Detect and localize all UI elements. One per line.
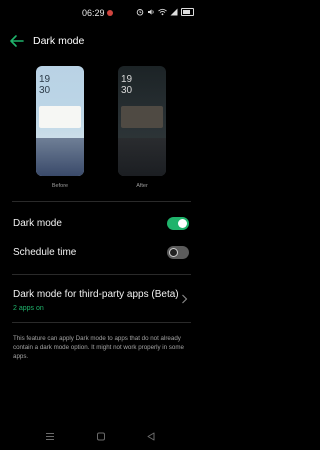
header: Dark mode xyxy=(0,28,203,54)
preview-after-label: After xyxy=(136,183,148,189)
feature-note: This feature can apply Dark mode to apps… xyxy=(13,335,184,360)
schedule-time-toggle[interactable] xyxy=(167,246,189,259)
back-arrow-icon[interactable] xyxy=(8,33,26,49)
dark-mode-toggle[interactable] xyxy=(167,217,189,230)
preview-wallpaper xyxy=(36,138,84,176)
preview-after: 19 30 xyxy=(118,66,166,176)
volume-icon xyxy=(148,9,154,15)
chevron-right-icon xyxy=(182,294,188,304)
menu-icon[interactable] xyxy=(45,432,55,441)
preview-card xyxy=(39,106,81,128)
preview-before: 19 30 xyxy=(36,66,84,176)
preview-clock: 19 30 xyxy=(121,74,132,96)
preview-card xyxy=(121,106,163,128)
divider xyxy=(12,201,191,202)
divider xyxy=(12,322,191,323)
preview-wallpaper xyxy=(118,138,166,176)
third-party-title: Dark mode for third-party apps (Beta) xyxy=(13,289,179,300)
alarm-icon xyxy=(136,9,144,16)
preview-clock-minute: 30 xyxy=(39,85,51,96)
status-bar: 06:29 xyxy=(0,0,203,28)
battery-icon xyxy=(181,8,194,16)
status-icons xyxy=(136,8,194,16)
wifi-icon xyxy=(158,8,167,16)
divider xyxy=(12,274,191,275)
preview-clock-hour: 19 xyxy=(39,74,51,85)
preview-clock: 19 30 xyxy=(39,74,50,96)
third-party-subtitle: 2 apps on xyxy=(13,305,44,312)
toggle-knob xyxy=(178,219,187,228)
navigation-bar xyxy=(0,424,203,450)
back-icon[interactable] xyxy=(146,432,156,441)
page-title: Dark mode xyxy=(33,35,85,47)
preview-clock-hour: 19 xyxy=(121,74,133,85)
schedule-time-label: Schedule time xyxy=(13,247,77,258)
dark-mode-label: Dark mode xyxy=(13,218,62,229)
notification-icon xyxy=(107,10,113,16)
preview-before-label: Before xyxy=(51,183,69,189)
toggle-knob xyxy=(169,248,178,257)
preview-clock-minute: 30 xyxy=(121,85,133,96)
status-time: 06:29 xyxy=(82,8,105,18)
home-icon[interactable] xyxy=(96,432,106,441)
signal-icon xyxy=(170,8,178,16)
